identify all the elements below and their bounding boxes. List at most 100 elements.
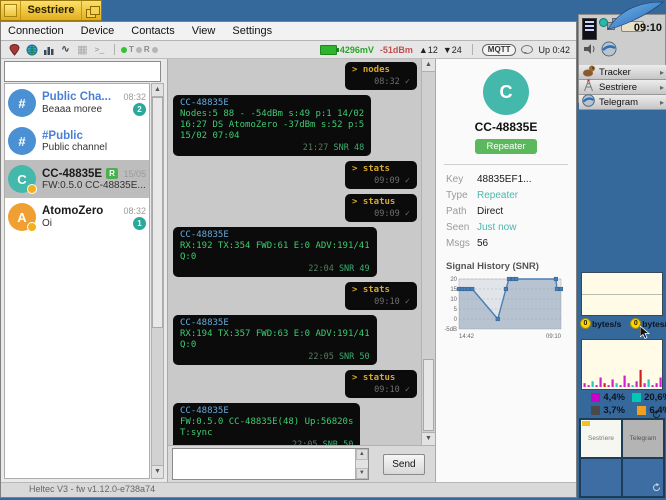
contact-subtitle: Public channel	[42, 142, 107, 153]
tx-led	[136, 47, 142, 53]
detail-row: Key48835EF1...	[436, 171, 576, 187]
message-footer: 09:10 ✓	[352, 297, 410, 308]
window-title: Sestriere	[21, 1, 81, 20]
outgoing-message: > stats09:10 ✓	[345, 282, 417, 310]
grid-icon[interactable]: ▦	[75, 43, 90, 57]
menu-connection[interactable]: Connection	[8, 25, 64, 37]
workspace-active[interactable]: Sestriere	[580, 419, 622, 458]
contact-item[interactable]: ##PublicPublic channel	[5, 122, 149, 160]
window-menu-button[interactable]	[1, 1, 21, 20]
detail-value: Repeater	[477, 190, 518, 201]
chat-scrollbar[interactable]: ▲ ▼	[421, 59, 435, 445]
outgoing-message: > status09:09 ✓	[345, 194, 417, 222]
scrollbar-thumb[interactable]	[423, 359, 434, 431]
repeater-badge[interactable]: Repeater	[475, 139, 536, 154]
menu-device[interactable]: Device	[81, 25, 115, 37]
contact-item[interactable]: #Public Cha...08:32Beaaa moree2	[5, 84, 149, 122]
message-input[interactable]	[173, 449, 355, 479]
menu-contacts[interactable]: Contacts	[131, 25, 174, 37]
contact-sub-row: Public channel	[42, 142, 146, 153]
contact-subtitle: Oi	[42, 218, 52, 229]
contact-name-row: #Public	[42, 130, 146, 142]
steel-globe-icon[interactable]	[601, 41, 617, 62]
repeater-flag: R	[106, 168, 118, 179]
workspace-inactive[interactable]: Telegram	[622, 419, 664, 458]
battery-icon	[320, 45, 337, 55]
scroll-up-icon[interactable]: ▲	[152, 84, 163, 97]
incoming-message: CC-48835ERX:192 TX:354 FWD:61 E:0 ADV:19…	[173, 227, 377, 277]
dock-menu-tracker[interactable]: Tracker▸	[579, 65, 666, 80]
scroll-up-icon[interactable]: ▲	[356, 449, 368, 460]
signal-history-title: Signal History (SNR)	[446, 261, 576, 272]
map-pin-icon[interactable]	[7, 43, 22, 57]
detail-row: PathDirect	[436, 203, 576, 219]
detail-label: Msgs	[446, 238, 477, 249]
desktop-dock: 09:10 Tracker▸Sestriere▸Telegram▸ 0bytes…	[578, 0, 666, 500]
contact-details-panel: C CC-48835E Repeater Key48835EF1...TypeR…	[435, 59, 576, 482]
detail-row: Msgs56	[436, 235, 576, 251]
dog-icon	[582, 64, 595, 80]
divider	[444, 164, 568, 165]
workspace-empty[interactable]	[622, 458, 664, 497]
avatar: C	[8, 165, 36, 193]
message-sender: CC-48835E	[180, 406, 353, 417]
message-line: 16:27 DS AtomoZero -37dBm s:52 p:5	[180, 120, 364, 131]
avatar: #	[8, 89, 36, 117]
speaker-icon[interactable]	[583, 42, 597, 61]
contact-name-row: AtomoZero08:32	[42, 205, 146, 217]
svg-text:10: 10	[450, 297, 457, 303]
toolbar: ∿ ▦ >_ T R 4296mV -51dBm ▲12 ▼24 MQTT Up…	[1, 41, 576, 59]
contact-item[interactable]: CCC-48835ER15/05FW:0.5.0 CC-48835E...	[5, 160, 149, 198]
legend-entry: 3,7%	[583, 404, 625, 417]
status-dot	[27, 222, 37, 232]
globe-icon[interactable]	[24, 43, 39, 57]
window-titlebar[interactable]: Sestriere	[0, 0, 102, 21]
legend-value: 20,6%	[644, 392, 666, 403]
submenu-arrow-icon: ▸	[660, 83, 664, 92]
detail-label: Type	[446, 190, 477, 201]
svg-text:15: 15	[450, 287, 457, 293]
workspace-pager[interactable]: Sestriere Telegram	[579, 418, 665, 498]
window-shade-button[interactable]	[81, 1, 101, 20]
scroll-down-icon[interactable]: ▼	[356, 468, 368, 479]
menu-view[interactable]: View	[192, 25, 216, 37]
contact-text: #PublicPublic channel	[42, 130, 146, 153]
legend-swatch	[591, 393, 600, 402]
scroll-down-icon[interactable]: ▼	[152, 465, 163, 478]
dock-menu-telegram[interactable]: Telegram▸	[579, 95, 666, 110]
chat-bubble-icon[interactable]	[521, 45, 533, 54]
legend-value: 3,7%	[603, 405, 625, 416]
detail-row: SeenJust now	[436, 219, 576, 235]
contact-item[interactable]: AAtomoZero08:32Oi1	[5, 198, 149, 236]
dock-menu-sestriere[interactable]: Sestriere ▸	[579, 80, 666, 95]
bar-chart-icon[interactable]	[41, 43, 56, 57]
terminal-icon[interactable]: >_	[92, 43, 107, 57]
scroll-up-icon[interactable]: ▲	[422, 59, 435, 72]
menu-settings[interactable]: Settings	[232, 25, 272, 37]
waveform-icon[interactable]: ∿	[58, 43, 73, 57]
contact-text: Public Cha...08:32Beaaa moree2	[42, 91, 146, 116]
dock-menu-label: Sestriere	[599, 82, 637, 93]
detail-label: Key	[446, 174, 477, 185]
contact-name-row: CC-48835ER15/05	[42, 168, 146, 180]
input-scrollbar[interactable]: ▲ ▼	[355, 449, 368, 479]
message-line: RX:192 TX:354 FWD:61 E:0 ADV:191/41	[180, 241, 370, 252]
message-line: FW:0.5.0 CC-48835E(48) Up:56820s	[180, 417, 353, 428]
dock-menu-label: Telegram	[599, 97, 638, 108]
up-arrow-icon: ▲	[419, 45, 428, 55]
scrollbar-thumb[interactable]	[152, 97, 163, 328]
message-line: Nodes:5 88 - -54dBm s:49 p:1 14/02	[180, 109, 364, 120]
terminal-dockapp-icon[interactable]	[582, 18, 597, 40]
search-input[interactable]	[4, 61, 161, 82]
workspace-empty[interactable]	[580, 458, 622, 497]
scroll-down-icon[interactable]: ▼	[422, 432, 435, 445]
submenu-arrow-icon: ▸	[660, 68, 664, 77]
message-composer: ▲ ▼ Send	[168, 445, 435, 482]
signal-history-chart: 20151050-5dB14:4209:10	[442, 274, 572, 341]
avatar: A	[8, 203, 36, 231]
outgoing-message: > stats09:09 ✓	[345, 161, 417, 189]
send-button[interactable]: Send	[383, 454, 425, 475]
sidebar-scrollbar[interactable]: ▲ ▼	[151, 83, 164, 479]
mqtt-badge[interactable]: MQTT	[482, 44, 517, 56]
detail-label: Path	[446, 206, 477, 217]
